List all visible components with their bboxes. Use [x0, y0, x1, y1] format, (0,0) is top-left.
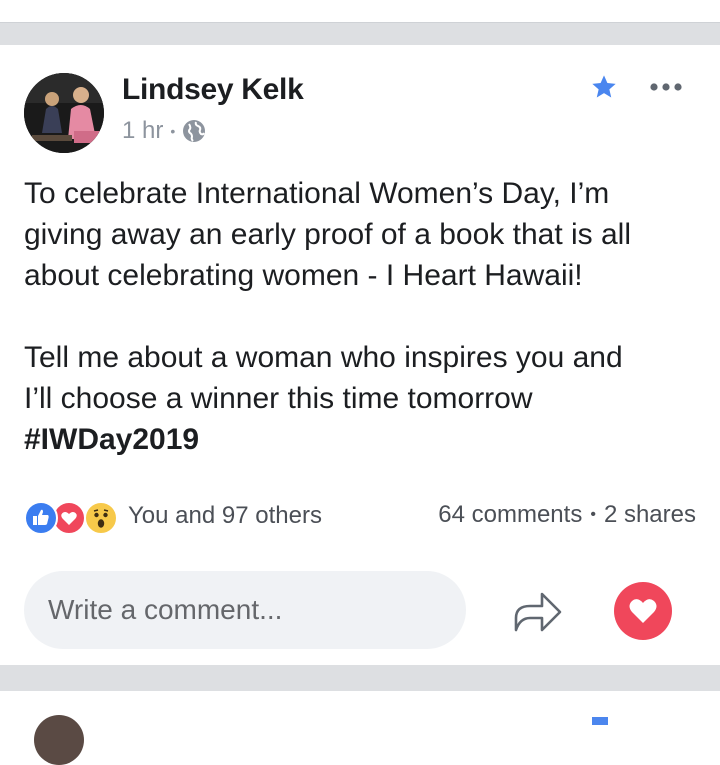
- reaction-icons: [24, 499, 124, 535]
- avatar-photo: [24, 73, 104, 153]
- comment-input[interactable]: Write a comment...: [24, 571, 466, 649]
- feed-separator-bottom: [0, 665, 720, 691]
- next-feed-post: [0, 691, 720, 765]
- feed-separator-top: [0, 23, 720, 45]
- post-text-line: about celebrating women - I Heart Hawaii…: [24, 259, 583, 292]
- like-icon: [24, 501, 58, 535]
- hashtag-link[interactable]: #IWDay2019: [24, 419, 704, 460]
- share-arrow-icon[interactable]: [512, 586, 564, 636]
- wow-icon: [84, 501, 118, 535]
- author-name[interactable]: Lindsey Kelk: [122, 73, 304, 107]
- shares-count[interactable]: 2 shares: [604, 501, 696, 529]
- reactions-summary[interactable]: You and 97 others: [24, 498, 322, 535]
- heart-react-button[interactable]: [614, 582, 672, 640]
- comments-count[interactable]: 64 comments: [438, 501, 582, 529]
- post-text-line: giving away an early proof of a book tha…: [24, 218, 632, 251]
- star-icon[interactable]: [590, 73, 618, 101]
- heart-icon: [629, 599, 657, 623]
- meta-separator: •: [170, 123, 176, 139]
- more-options-icon[interactable]: [648, 73, 684, 101]
- author-avatar[interactable]: [24, 73, 104, 153]
- post-text-line: Tell me about a woman who inspires you a…: [24, 341, 623, 374]
- post-timestamp[interactable]: 1 hr: [122, 117, 163, 145]
- engagement-counts: 64 comments • 2 shares: [438, 501, 696, 529]
- feed-post: Lindsey Kelk 1 hr • To celebrate Interna…: [0, 45, 720, 665]
- post-body: To celebrate International Women’s Day, …: [24, 173, 704, 460]
- post-text-line: To celebrate International Women’s Day, …: [24, 177, 610, 210]
- comment-placeholder: Write a comment...: [48, 594, 283, 625]
- post-text-line: I’ll choose a winner this time tomorrow: [24, 382, 533, 415]
- top-bar: [0, 0, 720, 23]
- counts-separator: •: [590, 506, 596, 523]
- next-post-avatar[interactable]: [34, 715, 84, 765]
- next-post-star-icon[interactable]: [592, 717, 608, 725]
- reactions-count-text[interactable]: You and 97 others: [128, 502, 322, 530]
- post-meta: 1 hr •: [122, 117, 206, 145]
- globe-icon: [182, 119, 206, 143]
